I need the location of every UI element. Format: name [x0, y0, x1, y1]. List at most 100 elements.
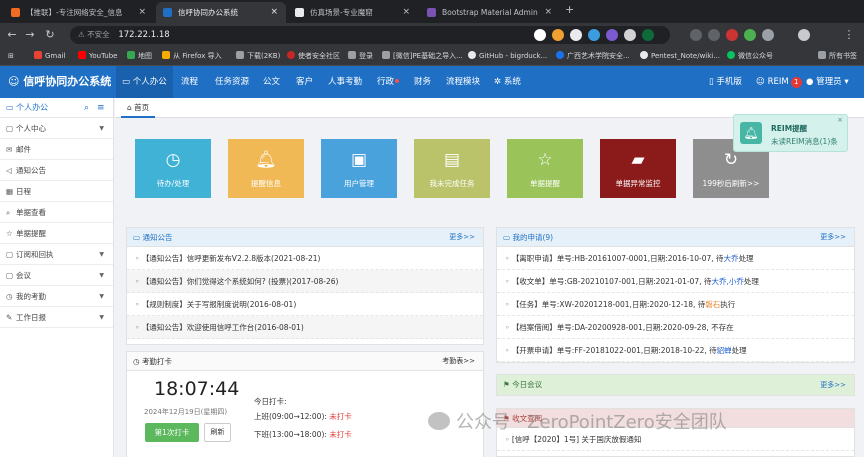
all-bookmarks[interactable]: 所有书签: [818, 51, 857, 62]
mobile-version-link[interactable]: ▯ 手机版: [709, 66, 742, 98]
bookmark-pentest[interactable]: Pentest_Note/wiki...: [640, 51, 720, 62]
chat-logo-icon: ☺: [8, 75, 20, 88]
list-item[interactable]: ◦ 【规则制度】关于写报制度说明(2016-08-01): [127, 293, 483, 316]
nav-customer[interactable]: 客户: [296, 66, 313, 98]
insecure-indicator[interactable]: ⚠ 不安全: [78, 30, 110, 39]
close-tab-icon[interactable]: ×: [138, 2, 146, 23]
extension-icon[interactable]: [762, 29, 774, 41]
extension-icon[interactable]: [708, 29, 720, 41]
extension-icon[interactable]: [624, 29, 636, 41]
sidebar-item-schedule[interactable]: ▦ 日程: [0, 181, 113, 202]
extension-icon[interactable]: [606, 29, 618, 41]
bookmark-firefox-folder[interactable]: 从 Firefox 导入: [162, 51, 222, 62]
tile-unfinished-tasks[interactable]: ▤ 我未完成任务: [414, 139, 490, 198]
nav-finance[interactable]: 财务: [414, 66, 431, 98]
list-item[interactable]: ◦ 【通知公告】信呼更新发布V2.2.8版本(2021-08-21): [127, 247, 483, 270]
bookmark-github[interactable]: GitHub - bigrduck...: [468, 51, 547, 62]
sidebar-item-meeting[interactable]: ▢ 会议 ▼: [0, 265, 113, 286]
close-tab-icon[interactable]: ×: [544, 2, 552, 23]
browser-tab[interactable]: 【推联】-专注网络安全_信息 ×: [4, 2, 154, 23]
sidebar-item-mail[interactable]: ✉ 邮件: [0, 139, 113, 160]
list-item[interactable]: ◦ 【通知公告】欢迎使用信呼工作台(2016-08-01): [127, 316, 483, 339]
bookmark-pe-article[interactable]: [微信]PE基础之导入...: [382, 51, 463, 62]
bookmark-youtube[interactable]: YouTube: [78, 51, 117, 62]
browser-menu-icon[interactable]: ⋮: [842, 27, 856, 43]
extension-icon[interactable]: [552, 29, 564, 41]
list-item[interactable]: ◦ 【收文单】单号:GB-20210107-001,日期:2021-01-07,…: [497, 270, 854, 293]
browser-tab-active[interactable]: 信呼协同办公系统 ×: [156, 2, 286, 23]
nav-workflow[interactable]: 流程: [181, 66, 198, 98]
list-item[interactable]: ◦ 【离职申请】单号:HB-20161007-0001,日期:2016-10-0…: [497, 247, 854, 270]
user-menu[interactable]: ● 管理员 ▾: [806, 66, 849, 98]
bookmark-login[interactable]: 登录: [348, 51, 373, 62]
bookmark-wechat[interactable]: 微信公众号: [727, 51, 773, 62]
bookmark-gmail[interactable]: Gmail: [34, 51, 65, 62]
list-item[interactable]: ◦ 【开票申请】单号:FF-20181022-001,日期:2018-10-22…: [497, 339, 854, 362]
nav-admin[interactable]: 行政: [377, 66, 400, 98]
back-icon[interactable]: ←: [4, 27, 20, 43]
browser-tab[interactable]: 仿真场景-专业魔窟 ×: [288, 2, 418, 23]
list-item[interactable]: ◦ 【通知公告】你们觉得这个系统如何? (投票)(2017-08-26): [127, 270, 483, 293]
attendance-sheet-link[interactable]: 考勤表>>: [442, 352, 475, 371]
nav-hr-attendance[interactable]: 人事考勤: [328, 66, 362, 98]
bookmarks-bar: ⊞ Gmail YouTube 地图 从 Firefox 导入 下载(2KB) …: [0, 47, 864, 66]
site-favicon-icon: [427, 8, 436, 17]
sidebar-item-notice[interactable]: ◁ 通知公告: [0, 160, 113, 181]
extension-icon[interactable]: [642, 29, 654, 41]
tile-reminders[interactable]: 🔔︎ 提醒信息: [228, 139, 304, 198]
collapse-icon: ▢: [6, 271, 14, 280]
extension-icon[interactable]: [588, 29, 600, 41]
new-tab-button[interactable]: +: [565, 3, 574, 16]
meeting-more-link[interactable]: 更多>>: [820, 375, 846, 395]
sidebar-item-bill-reminder[interactable]: ☆ 单据提醒: [0, 223, 113, 244]
application-row-text: 【任务】单号:XW-20201218-001,日期:2020-12-18, 待: [511, 300, 706, 309]
nav-flow-modules[interactable]: 流程模块: [446, 66, 480, 98]
calendar-icon: ▦: [6, 187, 14, 196]
bookmark-community[interactable]: 使者安全社区: [287, 51, 340, 62]
extension-icon[interactable]: [690, 29, 702, 41]
tab-home[interactable]: ⌂ 首页: [121, 98, 156, 118]
bookmark-guangxi[interactable]: 广西艺术学院安全...: [556, 51, 630, 62]
application-row-text: 【离职申请】单号:HB-20161007-0001,日期:2016-10-07,…: [511, 254, 724, 263]
menu-icon[interactable]: ≡: [97, 98, 105, 118]
list-item[interactable]: ◦ 【任务】单号:XW-20201218-001,日期:2020-12-18, …: [497, 293, 854, 316]
refresh-button[interactable]: 刷新: [204, 423, 231, 442]
tile-bill-reminder[interactable]: ☆ 单据提醒: [507, 139, 583, 198]
bookmark-maps[interactable]: 地图: [127, 51, 152, 62]
nav-task-resource[interactable]: 任务资源: [215, 66, 249, 98]
close-tab-icon[interactable]: ×: [402, 2, 410, 23]
sidebar-item-personal-center[interactable]: ▢ 个人中心 ▼: [0, 118, 113, 139]
current-date: 2024年12月19日(星期四): [144, 408, 228, 416]
extension-icon[interactable]: [570, 29, 582, 41]
forward-icon[interactable]: →: [22, 27, 38, 43]
sidebar-item-my-attendance[interactable]: ◷ 我的考勤 ▼: [0, 286, 113, 307]
list-item[interactable]: ◦ 【档案借阅】单号:DA-20200928-001,日期:2020-09-28…: [497, 316, 854, 339]
sidebar-item-view-bills[interactable]: ⌕ 单据查看: [0, 202, 113, 223]
applications-more-link[interactable]: 更多>>: [820, 228, 846, 247]
sidebar-item-daily-report[interactable]: ✎ 工作日报 ▼: [0, 307, 113, 328]
extension-icon[interactable]: [726, 29, 738, 41]
tile-user-management[interactable]: ▣ 用户管理: [321, 139, 397, 198]
tile-todo[interactable]: ◷ 待办/处理: [135, 139, 211, 198]
browser-tab[interactable]: Bootstrap Material Admin ×: [420, 2, 560, 23]
search-icon[interactable]: ⌕: [84, 98, 89, 118]
reim-link[interactable]: ☺ REIM 1: [756, 66, 802, 98]
close-tab-icon[interactable]: ×: [270, 2, 278, 23]
notice-more-link[interactable]: 更多>>: [449, 228, 475, 247]
close-icon[interactable]: ×: [837, 116, 843, 124]
bookmark-download[interactable]: 下载(2KB): [236, 51, 280, 62]
profile-avatar-icon[interactable]: [798, 29, 810, 41]
nav-personal-office[interactable]: ▭ 个人办公: [116, 66, 173, 98]
nav-documents[interactable]: 公文: [263, 66, 280, 98]
extension-icon[interactable]: [534, 29, 546, 41]
extension-icon[interactable]: [744, 29, 756, 41]
nav-system[interactable]: ✲ 系统: [494, 66, 521, 98]
punch-button[interactable]: 第1次打卡: [145, 423, 199, 442]
apps-grid-icon[interactable]: ⊞: [8, 51, 14, 62]
gmail-icon: [34, 51, 42, 59]
reload-icon[interactable]: ↻: [42, 27, 58, 43]
sidebar-item-subscriptions[interactable]: ▢ 订阅和回执 ▼: [0, 244, 113, 265]
tile-bill-exception-monitor[interactable]: ▰ 单据异常监控: [600, 139, 676, 198]
reim-notification[interactable]: 🔔︎ REIM提醒 未读REIM消息(1)条 ×: [733, 114, 848, 152]
app-title[interactable]: ☺ 信呼协同办公系统: [8, 66, 111, 98]
